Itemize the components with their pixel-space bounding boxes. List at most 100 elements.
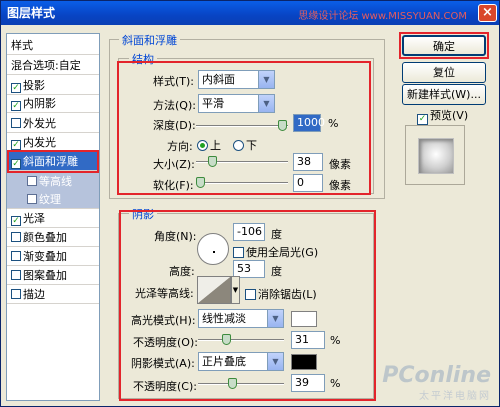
new-style-button[interactable]: 新建样式(W)... [402,84,486,105]
style-list-item-label: 内发光 [23,136,56,149]
style-list-item-label: 外发光 [23,117,56,130]
antialias-checkbox[interactable]: 消除锯齿(L) [245,286,317,302]
shadow-opacity-slider[interactable] [198,378,284,389]
gloss-contour-dropdown[interactable]: ▼ [231,276,240,304]
angle-label: 角度(N): [154,230,197,243]
shadow-opacity-unit: % [330,377,341,390]
technique-select-value: 平滑 [202,97,224,110]
depth-slider-thumb[interactable] [278,120,287,131]
depth-label: 深度(D): [153,119,196,132]
preview-label: 预览(V) [430,109,469,122]
highlight-mode-value: 线性减淡 [202,312,246,325]
size-unit: 像素 [329,158,351,171]
technique-select[interactable]: 平滑 ▼ [198,94,275,113]
reset-button[interactable]: 复位 [402,62,486,83]
style-list-item[interactable]: ✓ 内阴影 [7,94,99,113]
checkbox-icon[interactable] [11,118,21,128]
size-slider[interactable] [196,156,288,167]
annotation-box-ok [399,32,489,59]
checkbox-icon[interactable]: ✓ [11,83,21,93]
radio-on-icon [197,140,208,151]
shadow-opacity-input[interactable]: 39 [291,374,325,392]
shadow-opacity-thumb[interactable] [228,378,237,389]
style-list-item[interactable]: 描边 [7,285,99,304]
gloss-contour-picker[interactable] [197,276,231,304]
shadow-color-swatch[interactable] [291,354,317,370]
style-list-item-label: 混合选项:自定 [11,59,81,72]
style-select-value: 内斜面 [202,73,235,86]
chevron-down-icon: ▼ [267,353,283,370]
checkbox-icon[interactable]: ✓ [11,101,21,111]
shadow-mode-value: 正片叠底 [202,355,246,368]
soften-slider-thumb[interactable] [196,177,205,188]
direction-up-label: 上 [210,139,221,152]
direction-label: 方向: [167,140,193,153]
style-list-item[interactable]: ✓ 光泽 [7,209,99,228]
style-list-item[interactable]: 外发光 [7,114,99,133]
style-list-item[interactable]: 纹理 [7,190,99,209]
preview-bevel-image [418,138,454,174]
style-select[interactable]: 内斜面 ▼ [198,70,275,89]
chevron-down-icon: ▼ [258,71,274,88]
angle-dial[interactable] [197,233,229,265]
checkbox-icon[interactable] [11,232,21,242]
highlight-mode-select[interactable]: 线性减淡 ▼ [198,309,284,328]
close-button[interactable]: × [478,4,497,22]
chevron-down-icon: ▼ [232,286,239,294]
checkbox-icon[interactable]: ✓ [11,216,21,226]
checkbox-icon[interactable] [11,270,21,280]
depth-input[interactable]: 1000 [293,114,325,132]
style-list-item-label: 颜色叠加 [23,231,67,244]
soften-slider[interactable] [196,177,288,188]
style-list-item[interactable]: 样式 [7,36,99,55]
global-light-label: 使用全局光(G) [246,246,319,259]
highlight-color-swatch[interactable] [291,311,317,327]
size-slider-thumb[interactable] [208,156,217,167]
window-title: 图层样式 [7,6,56,20]
highlight-mode-label: 高光模式(H): [131,314,196,327]
direction-down-radio[interactable]: 下 [233,137,257,153]
soften-input[interactable]: 0 [293,174,323,192]
style-list-item[interactable]: 混合选项:自定 [7,56,99,75]
checkbox-icon[interactable] [11,289,21,299]
gloss-contour-label: 光泽等高线: [135,287,194,300]
direction-up-radio[interactable]: 上 [197,137,221,153]
style-list-item[interactable]: 图案叠加 [7,266,99,285]
checkbox-icon [245,289,256,300]
style-list-item-label: 投影 [23,79,45,92]
angle-input[interactable]: -106 [233,223,265,241]
depth-slider[interactable] [196,120,288,131]
highlight-opacity-input[interactable]: 31 [291,331,325,349]
size-input[interactable]: 38 [293,153,323,171]
preview-checkbox[interactable]: ✓ 预览(V) [417,107,468,125]
style-list-item[interactable]: ✓ 投影 [7,76,99,95]
shadow-mode-label: 阴影模式(A): [131,357,195,370]
direction-down-label: 下 [246,139,257,152]
checkbox-icon: ✓ [417,114,428,125]
highlight-opacity-label: 不透明度(O): [133,336,198,349]
highlight-opacity-slider[interactable] [198,334,284,345]
chevron-down-icon: ▼ [267,310,283,327]
style-list-item[interactable]: 颜色叠加 [7,228,99,247]
highlight-opacity-thumb[interactable] [222,334,231,345]
preview-thumbnail [405,125,465,185]
checkbox-icon[interactable]: ✓ [11,140,21,150]
checkbox-icon[interactable] [11,251,21,261]
global-light-checkbox[interactable]: 使用全局光(G) [233,244,318,260]
shadow-mode-select[interactable]: 正片叠底 ▼ [198,352,284,371]
style-label: 样式(T): [153,75,195,88]
contour-curve-icon [198,277,230,303]
chevron-down-icon: ▼ [258,95,274,112]
checkbox-icon[interactable] [27,176,37,186]
style-list-item-label: 内阴影 [23,97,56,110]
checkbox-icon[interactable] [27,194,37,204]
pconline-watermark: PConline [382,363,491,388]
bevel-group-title: 斜面和浮雕 [119,32,180,48]
style-list-item-label: 样式 [11,39,33,52]
style-list-item[interactable]: 等高线 [7,172,99,191]
style-list-item-label: 描边 [23,288,45,301]
style-list-item-label: 等高线 [39,175,72,188]
checkbox-icon [233,247,244,258]
antialias-label: 消除锯齿(L) [258,288,317,301]
style-list-item[interactable]: 渐变叠加 [7,247,99,266]
